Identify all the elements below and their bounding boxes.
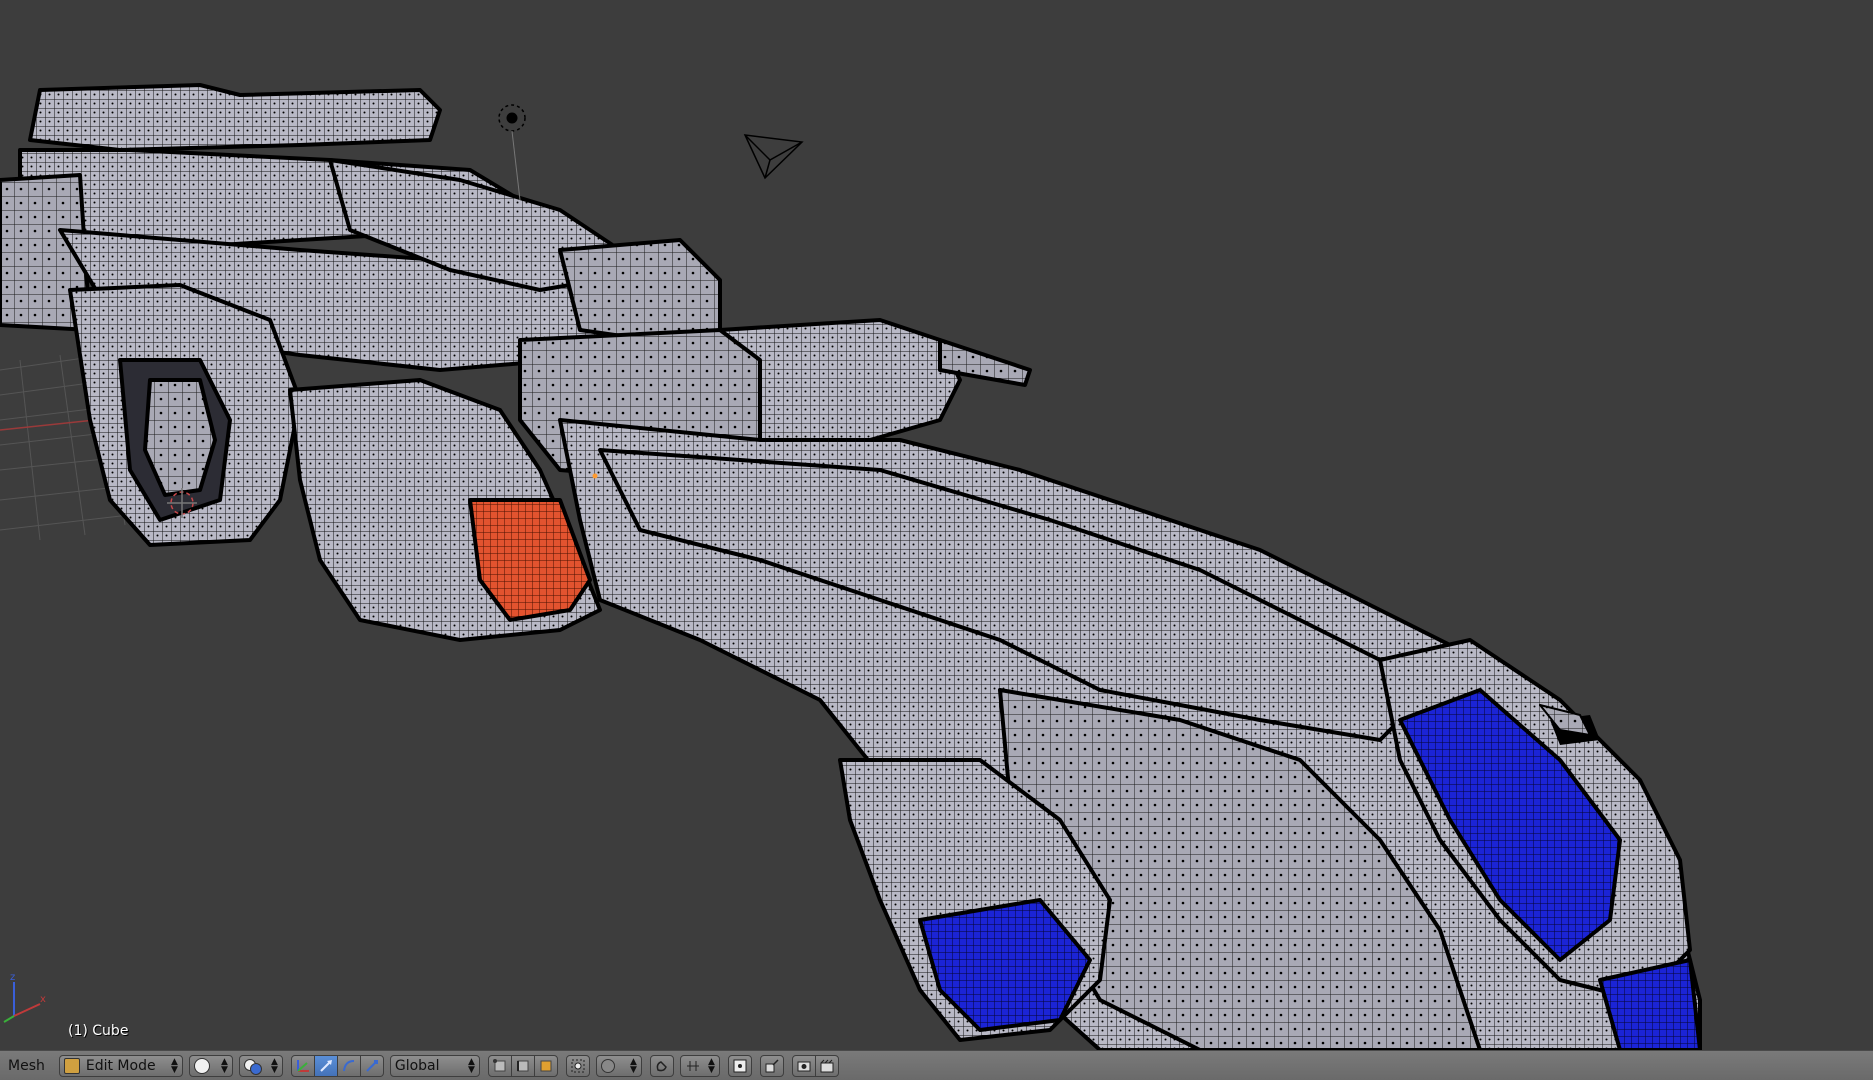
render-icon — [797, 1061, 811, 1071]
auto-merge-button[interactable] — [759, 1054, 784, 1077]
dropdown-arrows-icon: ▲ ▼ — [170, 1056, 178, 1075]
vertex-select-button[interactable] — [487, 1054, 512, 1077]
render-animation-button[interactable] — [814, 1054, 839, 1077]
viewport-shading-dropdown[interactable]: ▲ ▼ — [188, 1054, 233, 1077]
snap-element-dropdown[interactable]: ▲ ▼ — [679, 1054, 720, 1077]
manipulator-scale-icon — [366, 1059, 378, 1072]
x-axis-line — [0, 419, 96, 431]
lamp-icon — [498, 104, 526, 201]
3d-viewport[interactable]: z x (1) Cube — [0, 0, 1873, 1050]
proportional-edit-icon — [600, 1058, 615, 1073]
mesh-menu[interactable]: Mesh — [0, 1058, 53, 1074]
pivot-point-dropdown[interactable]: ▲ ▼ — [238, 1054, 283, 1077]
snap-icon — [656, 1060, 667, 1071]
snap-target-mode-icon — [733, 1059, 747, 1072]
face-select-button[interactable] — [533, 1054, 558, 1077]
translate-manipulator-button[interactable] — [313, 1054, 338, 1077]
svg-text:x: x — [40, 994, 46, 1005]
axis-gizmo: z x — [3, 972, 46, 1023]
limit-selection-button[interactable] — [565, 1054, 590, 1077]
svg-text:z: z — [10, 972, 15, 983]
snap-target-icon — [686, 1060, 699, 1071]
proportional-edit-dropdown[interactable]: ▲ ▼ — [595, 1054, 642, 1077]
render-button[interactable] — [791, 1054, 816, 1077]
render-anim-icon — [820, 1059, 834, 1072]
mode-dropdown[interactable]: Edit Mode ▲ ▼ — [58, 1054, 183, 1077]
pivot-icon — [243, 1058, 262, 1075]
edge-select-icon — [516, 1060, 529, 1071]
manipulator-toggle-button[interactable] — [290, 1054, 315, 1077]
camera-icon — [743, 134, 804, 180]
auto-merge-icon — [765, 1058, 779, 1072]
viewport-header: Mesh Edit Mode ▲ ▼ ▲ ▼ ▲ ▼ Global ▲ ▼ ▲ … — [0, 1050, 1873, 1080]
manipulator-translate-icon — [320, 1059, 332, 1072]
vertex-select-icon — [492, 1058, 506, 1071]
viewport-canvas[interactable]: z x — [0, 0, 1873, 1050]
object-label: (1) Cube — [68, 1023, 129, 1039]
mode-dropdown-label: Edit Mode — [85, 1057, 156, 1074]
edge-select-button[interactable] — [510, 1054, 535, 1077]
scale-manipulator-button[interactable] — [359, 1054, 384, 1077]
orientation-dropdown-label: Global — [394, 1057, 440, 1074]
ship-mesh — [0, 83, 1702, 1050]
manipulator-rotate-icon — [342, 1059, 354, 1071]
orientation-dropdown[interactable]: Global ▲ ▼ — [389, 1054, 480, 1077]
snap-toggle-button[interactable] — [649, 1054, 674, 1077]
manipulator-icon — [296, 1059, 309, 1072]
rotate-manipulator-button[interactable] — [336, 1054, 361, 1077]
viewport-shading-icon — [193, 1057, 210, 1074]
snap-target-button[interactable] — [727, 1054, 752, 1077]
selected-vertex — [592, 473, 598, 479]
limit-selection-icon — [571, 1059, 585, 1072]
face-select-icon — [540, 1060, 552, 1071]
mode-icon — [63, 1057, 80, 1074]
